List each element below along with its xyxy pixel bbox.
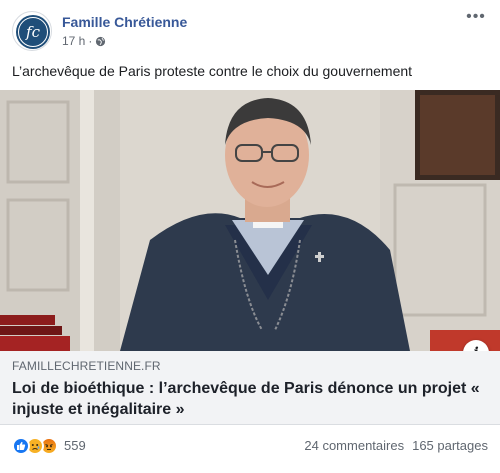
link-preview[interactable]: i FAMILLECHRETIENNE.FR Loi de bioéthique… xyxy=(0,90,500,425)
archbishop-portrait-image xyxy=(0,90,500,351)
globe-icon xyxy=(96,36,106,46)
engagement-stats: 24 commentaires 165 partages xyxy=(304,437,488,455)
post-header: fc Famille Chrétienne 17 h · ••• xyxy=(12,9,488,54)
post-timestamp[interactable]: 17 h xyxy=(62,34,85,48)
fc-logo-icon: fc xyxy=(16,15,50,49)
link-domain: FAMILLECHRETIENNE.FR xyxy=(12,359,161,373)
facebook-post: fc Famille Chrétienne 17 h · ••• L’arche… xyxy=(0,0,500,473)
avatar-letters: fc xyxy=(25,23,41,41)
page-name-link[interactable]: Famille Chrétienne xyxy=(62,14,187,30)
like-icon xyxy=(12,437,30,455)
page-avatar[interactable]: fc xyxy=(12,11,52,51)
more-options-button[interactable]: ••• xyxy=(464,9,488,30)
link-headline[interactable]: Loi de bioéthique : l’archevêque de Pari… xyxy=(12,378,488,420)
post-meta: 17 h · xyxy=(62,34,106,48)
preview-photo[interactable] xyxy=(0,90,500,351)
link-text-block[interactable]: FAMILLECHRETIENNE.FR Loi de bioéthique :… xyxy=(0,351,500,425)
reaction-count[interactable]: 559 xyxy=(64,437,86,455)
post-caption: L’archevêque de Paris proteste contre le… xyxy=(12,63,413,79)
post-footer: 559 24 commentaires 165 partages xyxy=(12,436,488,458)
reactions-summary[interactable]: 559 xyxy=(12,437,86,455)
comments-count-link[interactable]: 24 commentaires xyxy=(304,437,404,455)
shares-count-link[interactable]: 165 partages xyxy=(412,437,488,455)
meta-separator: · xyxy=(88,34,93,48)
